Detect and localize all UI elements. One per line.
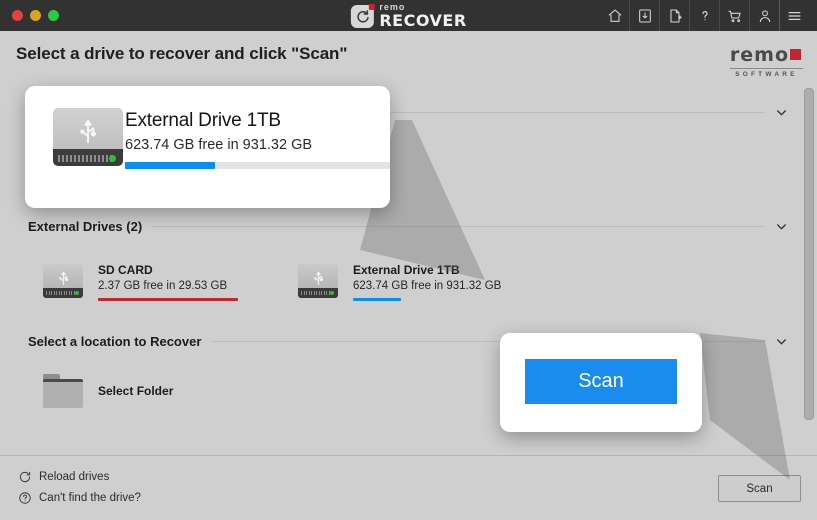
select-folder-item[interactable]: Select Folder (40, 372, 173, 410)
folder-icon (40, 372, 86, 410)
brand-recover-text: RECOVER (379, 11, 467, 30)
magnified-scan-button[interactable]: Scan (525, 359, 677, 404)
title-bar: remo RECOVER (0, 0, 817, 31)
cant-find-drive-link[interactable]: Can't find the drive? (18, 491, 141, 505)
remo-logo-icon (350, 3, 375, 28)
brand-remo-text: remo (379, 2, 406, 12)
chevron-down-icon[interactable] (775, 220, 788, 233)
corp-logo-name: remo (730, 44, 803, 66)
new-file-icon[interactable] (659, 0, 689, 31)
usb-drive-icon (295, 264, 341, 300)
chevron-down-icon[interactable] (775, 106, 788, 119)
drive-name: SD CARD (98, 263, 153, 277)
remo-software-logo: remo SOFTWARE (729, 44, 803, 78)
toolbar-icons (600, 0, 809, 31)
footer-links: Reload drives Can't find the drive? (18, 470, 141, 505)
app-window: remo RECOVER Select a drive to recover a… (0, 0, 817, 520)
page-title: Select a drive to recover and click "Sca… (16, 44, 348, 63)
section-label: Select a location to Recover (28, 334, 202, 349)
usb-drive-icon (40, 264, 86, 300)
cart-icon[interactable] (719, 0, 749, 31)
reload-drives-link[interactable]: Reload drives (18, 470, 141, 484)
callout-drive-usage-bar (125, 161, 390, 169)
chevron-down-icon[interactable] (775, 335, 788, 348)
drive-capacity: 2.37 GB free in 29.53 GB (98, 280, 228, 292)
callout-drive-capacity: 623.74 GB free in 931.32 GB (125, 136, 313, 153)
account-icon[interactable] (749, 0, 779, 31)
maximize-button[interactable] (48, 10, 59, 21)
drive-usage-bar (98, 298, 238, 301)
reload-drives-label: Reload drives (39, 471, 110, 483)
window-controls (12, 0, 59, 31)
home-icon[interactable] (600, 0, 629, 31)
drive-usage-fill (98, 298, 238, 301)
footer-divider (0, 455, 817, 456)
drive-capacity: 623.74 GB free in 931.32 GB (353, 280, 502, 292)
drive-usage-fill (353, 298, 401, 301)
menu-icon[interactable] (779, 0, 809, 31)
magnified-drive-callout: External Drive 1TB 623.74 GB free in 931… (25, 86, 390, 208)
magnified-scan-callout: Scan (500, 333, 702, 432)
select-folder-label: Select Folder (98, 384, 174, 398)
close-button[interactable] (12, 10, 23, 21)
vertical-scrollbar[interactable] (804, 88, 814, 443)
scrollbar-thumb[interactable] (804, 88, 814, 420)
corp-logo-tagline: SOFTWARE (729, 68, 803, 78)
drive-item-sd-card[interactable]: SD CARD 2.37 GB free in 29.53 GB (40, 263, 238, 301)
callout-drive-usage-fill (125, 161, 216, 169)
minimize-button[interactable] (30, 10, 41, 21)
save-icon[interactable] (629, 0, 659, 31)
callout-drive-name: External Drive 1TB (125, 109, 281, 131)
help-icon[interactable] (689, 0, 719, 31)
refresh-icon (19, 471, 31, 483)
usb-drive-icon (49, 108, 123, 170)
cant-find-drive-label: Can't find the drive? (39, 492, 141, 504)
section-label: External Drives (2) (28, 219, 143, 234)
question-circle-icon (19, 492, 31, 504)
app-brand: remo RECOVER (350, 3, 466, 29)
scan-button[interactable]: Scan (718, 475, 801, 502)
drive-usage-bar (353, 298, 493, 301)
logo-red-square (790, 49, 801, 60)
